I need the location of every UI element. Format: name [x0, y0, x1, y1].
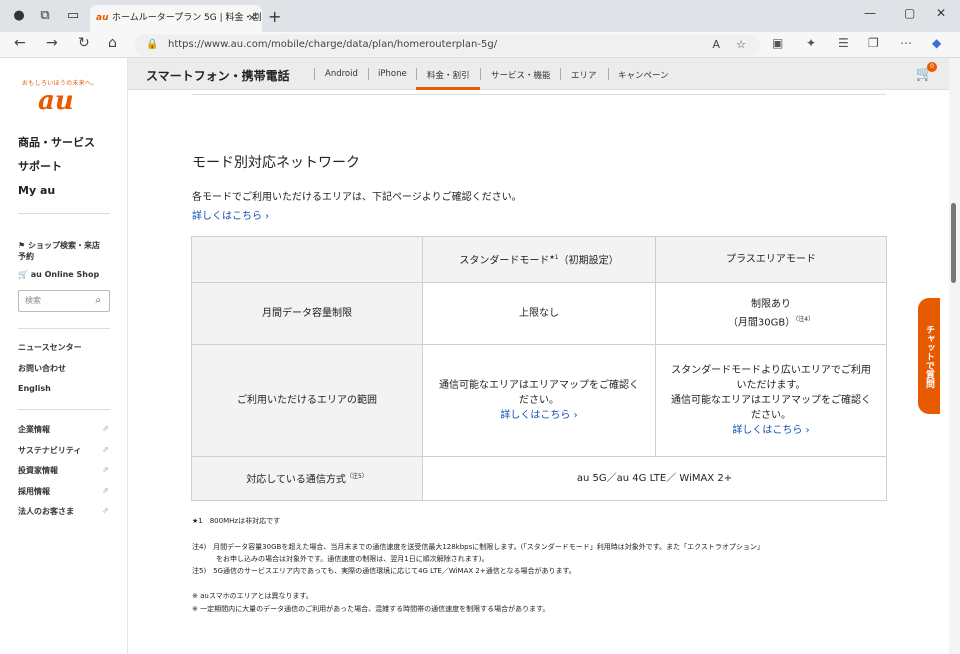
plus-details-link[interactable]: 詳しくはこちら ›	[732, 425, 809, 436]
sidebar-search-input[interactable]: 検索 ⌕	[18, 290, 110, 312]
row-label-data-limit: 月間データ容量制限	[192, 283, 423, 345]
cell-plus-area: スタンダードモードより広いエリアでご利用いただけます。通信可能なエリアはエリアマ…	[656, 345, 887, 457]
sidebar-link-news[interactable]: ニュースセンター	[18, 342, 82, 353]
section-title: モード別対応ネットワーク	[192, 152, 360, 172]
row-label-area: ご利用いただけるエリアの範囲	[192, 345, 423, 457]
lead-text: 各モードでご利用いただけるエリアは、下記ページよりご確認ください。	[192, 188, 522, 203]
cell-plus-limit: 制限あり（月間30GB）（注4）	[656, 283, 887, 345]
sidebar-item-products[interactable]: 商品・サービス	[18, 134, 95, 150]
external-link-icon: ⇗	[102, 465, 109, 474]
note-area: ※ auスマホのエリアとは異なります。	[192, 591, 313, 601]
external-link-icon: ⇗	[102, 506, 109, 515]
puzzle-icon[interactable]: ✦	[806, 36, 816, 50]
sidebar-link-business[interactable]: 法人のお客さま	[18, 506, 74, 517]
url-text: https://www.au.com/mobile/charge/data/pl…	[168, 39, 497, 50]
sidebar-link-english[interactable]: English	[18, 384, 51, 393]
nav-divider	[314, 68, 315, 80]
note-star1: ★1 800MHzは非対応です	[192, 516, 280, 526]
cell-network-types: au 5G／au 4G LTE／ WiMAX 2+	[423, 457, 887, 501]
chat-button[interactable]: チャットで質問	[918, 298, 940, 414]
browser-tab-active[interactable]: au ホームルータープラン 5G | 料金・割引 | ✕	[90, 5, 262, 32]
divider	[192, 94, 886, 95]
au-favicon-icon: au	[96, 5, 108, 32]
cart-small-icon: 🛒	[18, 270, 31, 279]
lock-icon[interactable]: 🔒	[146, 34, 158, 56]
new-tab-icon[interactable]: +	[268, 7, 281, 26]
nav-item-area[interactable]: エリア	[571, 69, 597, 81]
scrollbar[interactable]	[949, 58, 960, 654]
sidebar-link-contact[interactable]: お問い合わせ	[18, 363, 66, 374]
external-link-icon: ⇗	[102, 486, 109, 495]
divider	[18, 409, 110, 410]
details-link[interactable]: 詳しくはこちら ›	[192, 207, 269, 222]
table-corner	[192, 237, 423, 283]
header-plus-area-mode: プラスエリアモード	[656, 237, 887, 283]
minimize-icon[interactable]: —	[864, 6, 876, 20]
sidebar-item-myau[interactable]: My au	[18, 184, 55, 197]
workspaces-icon[interactable]: ⧉	[36, 7, 54, 25]
cell-standard-area: 通信可能なエリアはエリアマップをご確認ください。詳しくはこちら ›	[423, 345, 656, 457]
search-icon[interactable]: ⌕	[95, 291, 101, 311]
sidebar: おもしろいほうの未来へ。 au 商品・サービス サポート My au ⚑ ショッ…	[0, 58, 128, 654]
nav-item-services[interactable]: サービス・機能	[491, 69, 551, 81]
close-tab-icon[interactable]: ✕	[248, 5, 256, 32]
sidebar-link-investors[interactable]: 投資家情報	[18, 465, 58, 476]
nav-item-pricing[interactable]: 料金・割引	[427, 69, 470, 81]
nav-divider	[560, 68, 561, 80]
sidebar-link-sustainability[interactable]: サステナビリティ	[18, 445, 81, 456]
note-4-cont: をお申し込みの場合は対象外です。通信速度の制限は、翌月1日に順次解除されます)。	[216, 554, 488, 564]
forward-icon[interactable]: →	[46, 35, 58, 51]
browser-titlebar: ● ⧉ ▭ au ホームルータープラン 5G | 料金・割引 | ✕ + — ▢…	[0, 0, 960, 32]
note-throttle: ※ 一定期間内に大量のデータ通信のご利用があった場合、混雑する時間帯の通信速度を…	[192, 604, 549, 614]
url-field[interactable]: 🔒 https://www.au.com/mobile/charge/data/…	[134, 34, 760, 56]
nav-divider	[416, 68, 417, 80]
nav-item-campaign[interactable]: キャンペーン	[618, 69, 669, 81]
divider	[18, 328, 110, 329]
external-link-icon: ⇗	[102, 445, 109, 454]
sidebar-link-corporate[interactable]: 企業情報	[18, 424, 50, 435]
sidebar-link-careers[interactable]: 採用情報	[18, 486, 50, 497]
cart-badge: 0	[927, 62, 937, 72]
profile-avatar-icon[interactable]: ●	[10, 7, 28, 25]
standard-details-link[interactable]: 詳しくはこちら ›	[500, 410, 577, 421]
favorites-icon[interactable]: ☰	[838, 36, 849, 50]
maximize-icon[interactable]: ▢	[904, 6, 915, 20]
refresh-icon[interactable]: ↻	[78, 35, 90, 51]
nav-divider	[480, 68, 481, 80]
network-table: スタンダードモード★1（初期設定） プラスエリアモード 月間データ容量制限 上限…	[191, 236, 887, 501]
au-logo[interactable]: au	[38, 86, 74, 116]
tab-title: ホームルータープラン 5G | 料金・割引 |	[112, 13, 262, 23]
back-icon[interactable]: ←	[14, 35, 26, 51]
shop-search-link[interactable]: ⚑ ショップ検索・来店予約	[18, 240, 100, 262]
note-5: 注5) 5G通信のサービスエリア内であっても、実際の通信環境に応じて4G LTE…	[192, 566, 576, 576]
global-nav: スマートフォン・携帯電話 Android iPhone 料金・割引 サービス・機…	[128, 58, 949, 90]
address-toolbar: ← → ↻ ⌂ 🔒 https://www.au.com/mobile/char…	[0, 32, 960, 58]
copilot-icon[interactable]: ◆	[932, 36, 941, 50]
row-label-network: 対応している通信方式（注5）	[192, 457, 423, 501]
nav-item-android[interactable]: Android	[325, 69, 358, 79]
tab-actions-icon[interactable]: ▭	[64, 7, 82, 25]
external-link-icon: ⇗	[102, 424, 109, 433]
header-standard-mode: スタンダードモード★1（初期設定）	[423, 237, 656, 283]
nav-divider	[368, 68, 369, 80]
shop-icon: ⚑	[18, 241, 28, 250]
read-aloud-icon[interactable]: A	[712, 34, 720, 56]
more-icon[interactable]: ⋯	[900, 36, 912, 50]
scrollbar-thumb[interactable]	[951, 203, 956, 283]
nav-title[interactable]: スマートフォン・携帯電話	[146, 67, 290, 84]
home-icon[interactable]: ⌂	[108, 35, 117, 51]
cell-standard-limit: 上限なし	[423, 283, 656, 345]
online-shop-link[interactable]: 🛒 au Online Shop	[18, 270, 99, 279]
divider	[18, 213, 110, 214]
collections-icon[interactable]: ❐	[868, 36, 879, 50]
sidebar-item-support[interactable]: サポート	[18, 158, 62, 174]
active-nav-indicator	[416, 87, 480, 90]
nav-item-iphone[interactable]: iPhone	[378, 69, 407, 79]
nav-divider	[608, 68, 609, 80]
note-4: 注4) 月間データ容量30GBを超えた場合、当月末までの通信速度を送受信最大12…	[192, 542, 764, 552]
extension-icon[interactable]: ▣	[772, 36, 783, 50]
favorite-star-icon[interactable]: ☆	[736, 34, 746, 56]
close-window-icon[interactable]: ✕	[936, 6, 946, 20]
